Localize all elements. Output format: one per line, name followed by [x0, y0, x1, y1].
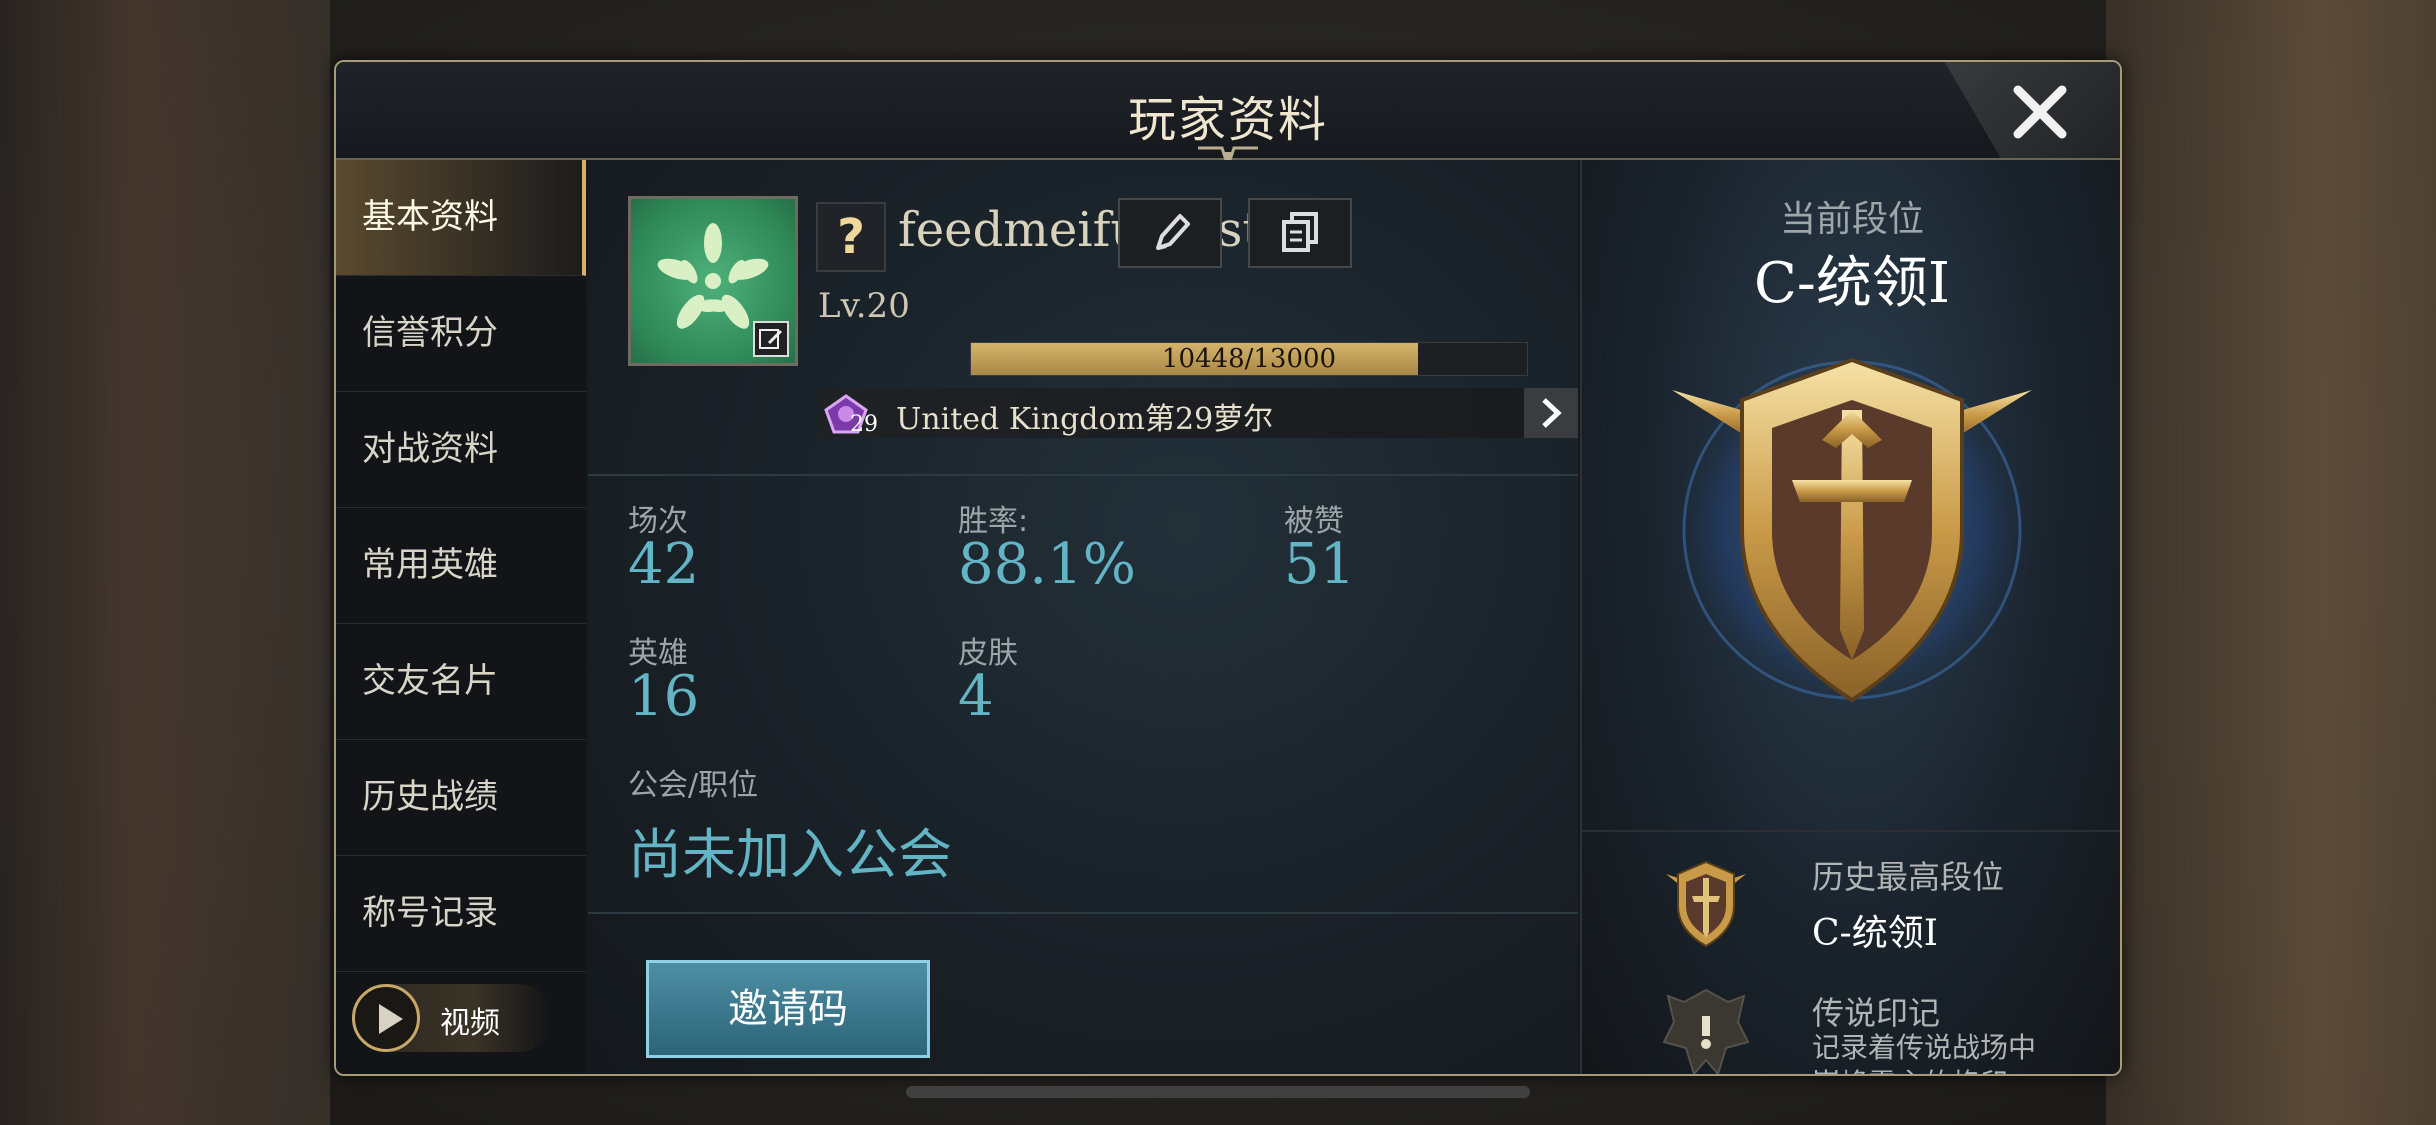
sidebar-item-common-heroes[interactable]: 常用英雄: [336, 508, 586, 624]
edit-avatar-icon[interactable]: [753, 321, 789, 357]
copy-icon: [1282, 212, 1318, 252]
invite-code-button[interactable]: 邀请码: [646, 960, 930, 1058]
pencil-icon: [1156, 214, 1190, 250]
background-blur-right: [2106, 0, 2436, 1125]
divider: [1582, 830, 2120, 832]
video-button[interactable]: 视频: [352, 984, 552, 1052]
sidebar-item-label: 历史战绩: [362, 777, 498, 817]
sidebar-item-label: 信誉积分: [362, 313, 498, 353]
winrate-value: 88.1%: [958, 532, 1136, 597]
rank-shield-emblem-icon[interactable]: [1642, 330, 2062, 730]
current-rank-label: 当前段位: [1779, 199, 1924, 240]
title-help-button[interactable]: ?: [816, 202, 886, 272]
main-content: ? feedmeifumust Lv.20 10448/13000 29 Uni…: [588, 160, 1578, 1074]
sidebar-item-basic-info[interactable]: 基本资料: [336, 160, 586, 276]
legend-desc-line-2: 巅峰霸主的烙印: [1812, 1066, 2112, 1074]
history-rank-value: C-统领I: [1812, 913, 1938, 954]
sidebar-item-label: 交友名片: [362, 661, 498, 701]
server-detail-button[interactable]: [1524, 388, 1578, 438]
pencil-icon: [759, 329, 783, 349]
divider: [588, 912, 1578, 914]
guild-label: 公会/职位: [628, 768, 759, 803]
divider: [588, 474, 1578, 476]
sidebar-item-label: 对战资料: [362, 429, 498, 469]
dialog-title: 玩家资料: [1127, 92, 1328, 148]
sidebar-item-label: 称号记录: [362, 893, 498, 933]
sidebar: 基本资料 信誉积分 对战资料 常用英雄 交友名片 历史战绩 称号记录 视频: [336, 160, 586, 1074]
home-indicator[interactable]: [906, 1086, 1530, 1098]
edit-name-button[interactable]: [1118, 198, 1222, 268]
sidebar-item-battle-data[interactable]: 对战资料: [336, 392, 586, 508]
history-rank-icon: [1666, 860, 1746, 948]
xp-text: 10448/13000: [1161, 344, 1337, 374]
legend-mark-description: 记录着传说战场中 巅峰霸主的烙印: [1812, 1030, 2112, 1074]
server-row[interactable]: 29 United Kingdom第29萝尔: [818, 388, 1524, 438]
player-profile-dialog: 玩家资料 基本资料 信誉积分 对战资料 常用英雄 交友名片 历史战绩 称号记录 …: [334, 60, 2122, 1076]
close-icon: [2013, 85, 2067, 139]
sidebar-item-credit-score[interactable]: 信誉积分: [336, 276, 586, 392]
skins-value: 4: [958, 664, 994, 729]
avatar[interactable]: [628, 196, 798, 366]
video-label: 视频: [440, 1006, 500, 1041]
rank-panel: 当前段位 C-统领I 历史最高段位 C-统领I 传说印记 记录着传说战场中: [1580, 160, 2120, 1074]
xp-progress-bar: 10448/13000: [970, 342, 1528, 376]
guild-value: 尚未加入公会: [628, 823, 952, 886]
sidebar-item-social-card[interactable]: 交友名片: [336, 624, 586, 740]
chevron-right-icon: [1542, 398, 1562, 428]
background-blur-left: [0, 0, 330, 1125]
play-icon: [352, 984, 420, 1052]
legend-mark-icon: [1662, 988, 1750, 1074]
heroes-value: 16: [628, 664, 700, 729]
likes-value: 51: [1284, 532, 1356, 597]
legend-desc-line-1: 记录着传说战场中: [1812, 1031, 2037, 1064]
copy-button[interactable]: [1248, 198, 1352, 268]
history-rank-label: 历史最高段位: [1812, 858, 2005, 896]
sidebar-item-match-history[interactable]: 历史战绩: [336, 740, 586, 856]
sidebar-item-title-records[interactable]: 称号记录: [336, 856, 586, 972]
player-level: Lv.20: [818, 286, 910, 326]
matches-value: 42: [628, 532, 700, 597]
title-bar: 玩家资料: [336, 62, 2120, 171]
current-rank-value: C-统领I: [1754, 251, 1950, 316]
server-badge-number: 29: [850, 412, 878, 437]
legend-mark-label: 传说印记: [1812, 994, 1941, 1032]
sidebar-item-label: 基本资料: [362, 197, 498, 237]
sidebar-item-label: 常用英雄: [362, 545, 498, 585]
server-name: United Kingdom第29萝尔: [896, 402, 1274, 437]
